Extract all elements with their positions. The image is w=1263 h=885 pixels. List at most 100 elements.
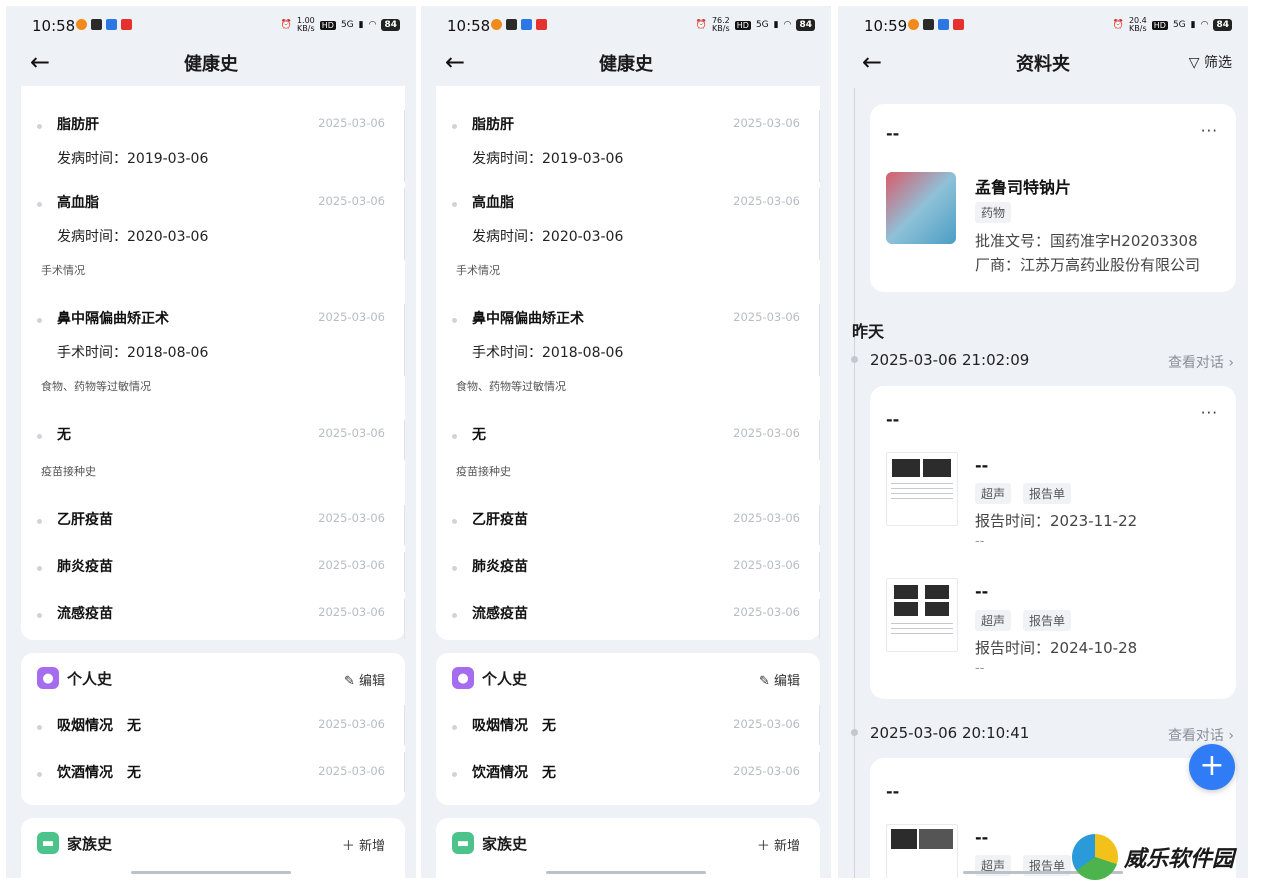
add-label: 新增 <box>773 839 800 854</box>
history-item[interactable]: 乙肝疫苗 2025-03-06 <box>436 505 820 551</box>
divider <box>404 705 405 745</box>
item-date: 2025-03-06 <box>318 764 385 778</box>
conversation-timestamp: 2025-03-06 21:02:09 <box>870 351 1030 369</box>
health-history-card: 脂肪肝 2025-03-06 发病时间：2019-03-06 高血脂 2025-03-0… <box>21 86 405 640</box>
app-icon <box>521 19 532 30</box>
personal-item[interactable]: 吸烟情况无 2025-03-06 <box>21 705 405 755</box>
history-item[interactable]: 流感疫苗 2025-03-06 <box>436 599 820 645</box>
item-value: 无 <box>542 718 556 734</box>
app-icon <box>536 19 547 30</box>
item-date: 2025-03-06 <box>733 511 800 525</box>
item-name: 流感疫苗 <box>472 606 528 622</box>
card-title: 家族史 <box>482 834 528 853</box>
health-history-screen-1: 10:58 ⏰ 1.00 KB/s HD 5G ▮ ◠ 84 ← 健康史 脂肪肝 2025-03-06 发… <box>6 6 416 878</box>
item-name: 鼻中隔偏曲矫正术 <box>472 311 584 327</box>
drug-card[interactable]: -- ··· 孟鲁司特钠片 药物 批准文号：国药准字H20203308 厂商：江… <box>870 104 1236 292</box>
divider <box>404 188 405 260</box>
timeline-dot <box>851 729 858 736</box>
history-item[interactable]: 高血脂 2025-03-06 发病时间：2020-03-06 <box>436 188 820 268</box>
report-name: -- <box>975 456 989 475</box>
section-label: 手术情况 <box>456 264 500 277</box>
card-title: -- <box>886 410 900 429</box>
add-family-button[interactable]: ＋ 新增 <box>342 835 385 854</box>
report-card[interactable]: -- ··· -- 超声 报告单 报告时间：2023-11-22 -- -- 超… <box>870 386 1236 699</box>
report-note: -- <box>975 534 985 549</box>
item-name: 无 <box>57 427 71 443</box>
page-title: 健康史 <box>184 54 238 75</box>
app-icon <box>106 19 117 30</box>
report-tag: 超声 <box>975 483 1012 504</box>
bullet-dot <box>452 318 457 323</box>
item-value: 无 <box>127 765 141 781</box>
battery-level: 84 <box>1213 19 1232 31</box>
personal-item[interactable]: 饮酒情况无 2025-03-06 <box>436 752 820 802</box>
edit-button[interactable]: ✎ 编辑 <box>759 670 800 689</box>
history-item[interactable]: 流感疫苗 2025-03-06 <box>21 599 405 645</box>
more-icon[interactable]: ··· <box>1201 404 1218 422</box>
history-item[interactable]: 鼻中隔偏曲矫正术 2025-03-06 手术时间：2018-08-06 <box>436 304 820 384</box>
history-item[interactable]: 无 2025-03-06 <box>21 420 405 466</box>
history-item[interactable]: 肺炎疫苗 2025-03-06 <box>21 552 405 598</box>
item-name: 饮酒情况 <box>472 765 528 781</box>
filter-button[interactable]: ▽ 筛选 <box>1189 52 1232 72</box>
add-button[interactable]: + <box>1189 744 1235 790</box>
item-date: 2025-03-06 <box>733 426 800 440</box>
net-speed: 20.4 KB/s <box>1129 17 1147 33</box>
bullet-dot <box>452 434 457 439</box>
history-item[interactable]: 脂肪肝 2025-03-06 发病时间：2019-03-06 <box>436 110 820 190</box>
item-name: 肺炎疫苗 <box>472 559 528 575</box>
bullet-dot <box>452 772 457 777</box>
item-detail: 手术时间：2018-08-06 <box>472 345 624 361</box>
hd-badge: HD <box>319 20 336 30</box>
bullet-dot <box>37 202 42 207</box>
app-icon <box>953 19 964 30</box>
history-item[interactable]: 鼻中隔偏曲矫正术 2025-03-06 手术时间：2018-08-06 <box>21 304 405 384</box>
filter-label: 筛选 <box>1204 55 1232 71</box>
bullet-dot <box>37 124 42 129</box>
item-name: 乙肝疫苗 <box>472 512 528 528</box>
add-label: 新增 <box>358 839 385 854</box>
personal-history-header: ● 个人史 <box>452 667 527 689</box>
home-indicator <box>131 871 291 874</box>
family-history-card: ▬ 家族史 ＋ 新增 <box>21 818 405 878</box>
watermark-text: 威乐软件园 <box>1124 846 1235 872</box>
item-name: 无 <box>472 427 486 443</box>
more-icon[interactable]: ··· <box>1201 122 1218 140</box>
item-date: 2025-03-06 <box>733 605 800 619</box>
bullet-dot <box>37 725 42 730</box>
bullet-dot <box>37 772 42 777</box>
history-item[interactable]: 脂肪肝 2025-03-06 发病时间：2019-03-06 <box>21 110 405 190</box>
section-label: 食物、药物等过敏情况 <box>41 380 151 393</box>
item-name: 鼻中隔偏曲矫正术 <box>57 311 169 327</box>
view-conversation-link[interactable]: 查看对话 › <box>1168 725 1234 745</box>
report-thumbnail <box>886 452 958 526</box>
notification-icons <box>491 19 547 30</box>
history-item[interactable]: 乙肝疫苗 2025-03-06 <box>21 505 405 551</box>
history-item[interactable]: 高血脂 2025-03-06 发病时间：2020-03-06 <box>21 188 405 268</box>
item-date: 2025-03-06 <box>733 717 800 731</box>
plus-icon: ＋ <box>341 839 359 854</box>
report-thumbnail <box>886 578 958 652</box>
filter-icon: ▽ <box>1188 55 1200 71</box>
personal-history-header: ● 个人史 <box>37 667 112 689</box>
report-tag: 超声 <box>975 610 1012 631</box>
hd-badge: HD <box>1151 20 1168 30</box>
history-item[interactable]: 无 2025-03-06 <box>436 420 820 466</box>
drug-name: 孟鲁司特钠片 <box>975 178 1072 197</box>
wifi-icon: ◠ <box>1200 20 1209 30</box>
item-name: 脂肪肝 <box>57 117 99 133</box>
item-detail: 发病时间：2019-03-06 <box>472 151 624 167</box>
notification-icons <box>908 19 964 30</box>
bullet-dot <box>37 434 42 439</box>
item-date: 2025-03-06 <box>318 310 385 324</box>
edit-button[interactable]: ✎ 编辑 <box>344 670 385 689</box>
nav-bar: ← 健康史 <box>6 42 416 84</box>
personal-item[interactable]: 饮酒情况无 2025-03-06 <box>21 752 405 802</box>
add-family-button[interactable]: ＋ 新增 <box>757 835 800 854</box>
history-item[interactable]: 肺炎疫苗 2025-03-06 <box>436 552 820 598</box>
item-name: 吸烟情况 <box>472 718 528 734</box>
chevron-right-icon: › <box>1228 728 1234 744</box>
view-conversation-link[interactable]: 查看对话 › <box>1168 352 1234 372</box>
item-date: 2025-03-06 <box>733 764 800 778</box>
personal-item[interactable]: 吸烟情况无 2025-03-06 <box>436 705 820 755</box>
